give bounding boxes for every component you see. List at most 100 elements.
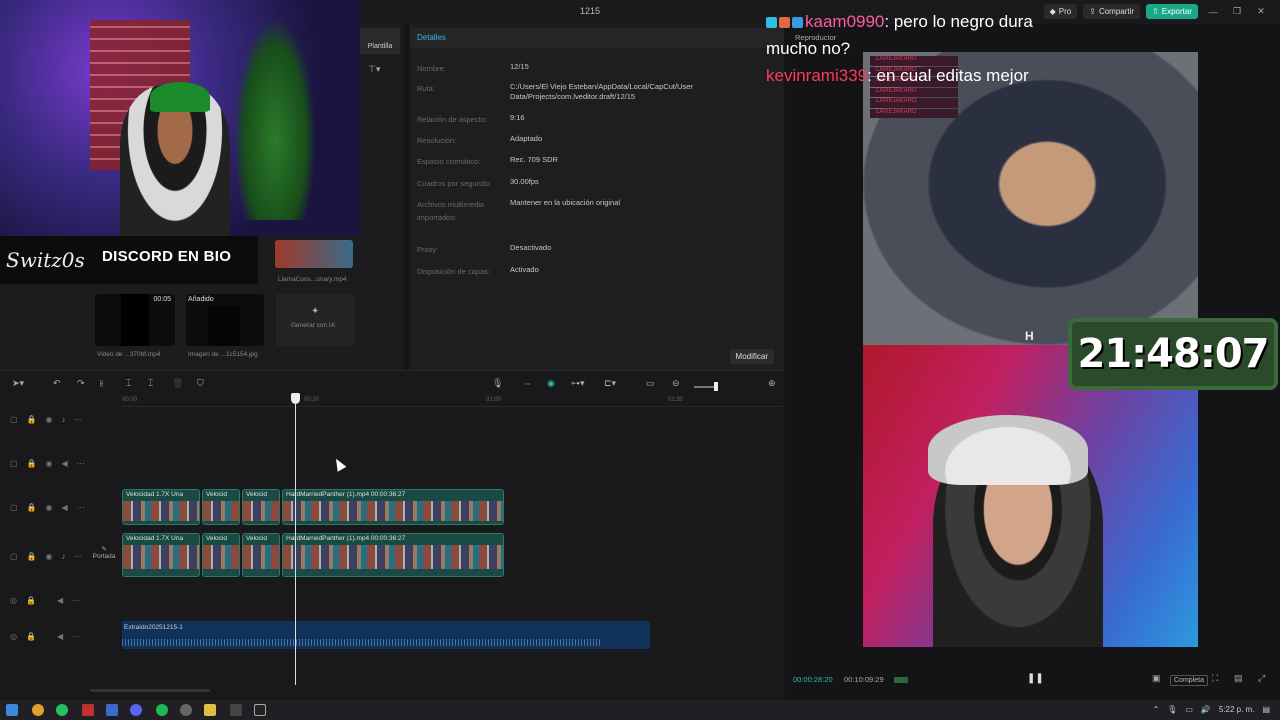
chrome-icon[interactable] xyxy=(32,704,44,716)
eye-icon[interactable]: ◉ xyxy=(46,459,53,468)
more-icon[interactable]: ⋯ xyxy=(72,632,80,641)
shield-icon[interactable]: ⛉ xyxy=(197,378,204,389)
more-icon[interactable]: ⋯ xyxy=(75,415,83,424)
timeline-toolbar: ➤▾ ↶ ↷ ⫲ ⌶ ⌶ 🗑 ⛉ 🎙 ⇔ ◉ ⊶▾ ⊏▾ ▭ ⊖ ⊕ xyxy=(0,375,784,393)
minimize-button[interactable]: — xyxy=(1204,7,1222,17)
app-icon[interactable] xyxy=(230,704,242,716)
mic-icon[interactable]: 🎙 xyxy=(492,378,503,389)
speaker-icon[interactable]: ◀ xyxy=(57,632,63,641)
select-tool-icon[interactable]: ➤▾ xyxy=(12,378,24,389)
filter-icon[interactable]: ⊤▾ xyxy=(368,64,380,75)
clock[interactable]: 5:22 p. m. xyxy=(1219,705,1255,714)
app-icon[interactable] xyxy=(82,704,94,716)
undo-icon[interactable]: ↶ xyxy=(53,378,61,389)
folder-icon[interactable] xyxy=(204,704,216,716)
lock-icon[interactable]: 🔒 xyxy=(27,459,37,468)
stream-timer: 21:48:07 xyxy=(1068,318,1278,390)
eye-icon[interactable]: ◉ xyxy=(46,415,53,424)
detail-label: Ruta: xyxy=(417,84,435,93)
playhead-handle[interactable] xyxy=(291,393,300,404)
fullscreen-icon[interactable]: ⤢ xyxy=(1258,673,1265,684)
whatsapp-icon[interactable] xyxy=(56,704,68,716)
time-ruler[interactable]: 00:00 00:30 01:00 01:30 xyxy=(122,395,782,407)
audio-icon[interactable]: ♪ xyxy=(62,552,66,561)
notification-icon[interactable]: ▤ xyxy=(1262,705,1270,714)
preview-axis-icon[interactable]: ⊏▾ xyxy=(604,378,616,389)
speaker-icon[interactable]: ◀ xyxy=(62,459,68,468)
close-button[interactable]: ✕ xyxy=(1252,6,1270,17)
lock-icon[interactable]: 🔒 xyxy=(27,552,37,561)
media-thumb[interactable] xyxy=(275,240,353,268)
video-clip[interactable]: Velocidad 1.7X Una xyxy=(122,533,200,577)
video-clip[interactable]: Velocid xyxy=(202,533,240,577)
fit-icon[interactable]: ⛶ xyxy=(1212,673,1218,684)
trim-right-icon[interactable]: ⌶ xyxy=(148,378,153,389)
network-icon[interactable]: ▭ xyxy=(1185,705,1193,714)
video-clip[interactable]: HardMarriedPanther (1).mp4 00:00:36:27 xyxy=(282,489,504,525)
record-icon[interactable]: ◎ xyxy=(10,632,17,641)
tab-template[interactable]: Plantilla xyxy=(360,28,400,54)
video-clip[interactable]: Velocid xyxy=(242,489,280,525)
more-icon[interactable]: ⋯ xyxy=(77,503,85,512)
video-clip[interactable]: Velocid xyxy=(242,533,280,577)
obs-icon[interactable] xyxy=(180,704,192,716)
speaker-icon[interactable]: ◀ xyxy=(62,503,68,512)
more-icon[interactable]: ⋯ xyxy=(72,596,80,605)
details-header: Detalles xyxy=(410,28,784,48)
track-mute-icon[interactable]: ▢ xyxy=(10,552,18,561)
windows-start-icon[interactable] xyxy=(6,704,18,716)
share-button[interactable]: ⇪ Compartir xyxy=(1083,4,1141,19)
spotify-icon[interactable] xyxy=(156,704,168,716)
app-icon[interactable] xyxy=(106,704,118,716)
audio-clip[interactable]: Extraído20251215-1 xyxy=(122,621,650,649)
cover-button[interactable]: ✎ Portada xyxy=(92,545,116,560)
track-mute-icon[interactable]: ▢ xyxy=(10,415,18,424)
zoom-in-icon[interactable]: ⊕ xyxy=(768,378,776,389)
export-button[interactable]: ⇧ Exportar xyxy=(1146,4,1198,19)
discord-icon[interactable] xyxy=(130,704,142,716)
volume-icon[interactable]: 🔊 xyxy=(1201,705,1211,714)
aspect-icon[interactable]: ▤ xyxy=(1234,673,1243,684)
top-actions: ◆ Pro ⇪ Compartir ⇧ Exportar — ❐ ✕ xyxy=(1043,4,1270,19)
split-icon[interactable]: ⫲ xyxy=(100,378,103,389)
magnet-icon[interactable]: ◉ xyxy=(547,378,555,389)
eye-icon[interactable]: ◉ xyxy=(46,503,53,512)
mic-icon[interactable]: 🎙 xyxy=(1167,705,1177,714)
ratio-icon[interactable]: ▣ xyxy=(1152,673,1161,684)
caption-icon[interactable]: ▭ xyxy=(646,378,655,389)
media-thumb[interactable]: 00:05 xyxy=(95,294,175,346)
timeline-scrollbar[interactable] xyxy=(90,689,210,692)
redo-icon[interactable]: ↷ xyxy=(77,378,85,389)
lock-icon[interactable]: 🔒 xyxy=(27,415,37,424)
lock-icon[interactable]: 🔒 xyxy=(26,632,36,641)
link-icon[interactable]: ⇔ xyxy=(523,378,532,388)
pause-button[interactable]: ❚❚ xyxy=(1027,673,1044,684)
modify-button[interactable]: Modificar xyxy=(729,349,774,364)
lock-icon[interactable]: 🔒 xyxy=(27,503,37,512)
track-mute-icon[interactable]: ▢ xyxy=(10,459,18,468)
full-quality-button[interactable]: Completa xyxy=(1170,675,1208,686)
zoom-slider-handle[interactable] xyxy=(714,382,718,391)
track-controls: ◎ 🔒 ◀ ⋯ xyxy=(10,596,80,605)
generate-ai-button[interactable]: ✦ Generar con IA xyxy=(276,294,354,346)
record-icon[interactable]: ◎ xyxy=(10,596,17,605)
video-clip[interactable]: Velocidad 1.7X Una xyxy=(122,489,200,525)
zoom-out-icon[interactable]: ⊖ xyxy=(672,378,680,389)
audio-icon[interactable]: ♪ xyxy=(62,415,66,424)
track-mute-icon[interactable]: ▢ xyxy=(10,503,18,512)
lock-icon[interactable]: 🔒 xyxy=(26,596,36,605)
side-tabs: Plantilla ⊤▾ xyxy=(360,24,404,370)
video-clip[interactable]: Velocid xyxy=(202,489,240,525)
more-icon[interactable]: ⋯ xyxy=(77,459,85,468)
trim-left-icon[interactable]: ⌶ xyxy=(126,378,131,389)
speaker-icon[interactable]: ◀ xyxy=(57,596,63,605)
media-thumb[interactable]: Añadido xyxy=(186,294,264,346)
eye-icon[interactable]: ◉ xyxy=(46,552,53,561)
delete-icon[interactable]: 🗑 xyxy=(172,378,183,389)
capcut-icon[interactable] xyxy=(254,704,266,716)
chain-icon[interactable]: ⊶▾ xyxy=(571,378,585,389)
chevron-up-icon[interactable]: ⌃ xyxy=(1152,705,1159,714)
more-icon[interactable]: ⋯ xyxy=(75,552,83,561)
restore-button[interactable]: ❐ xyxy=(1228,6,1246,17)
video-clip[interactable]: HardMarriedPanther (1).mp4 00:00:36:27 xyxy=(282,533,504,577)
